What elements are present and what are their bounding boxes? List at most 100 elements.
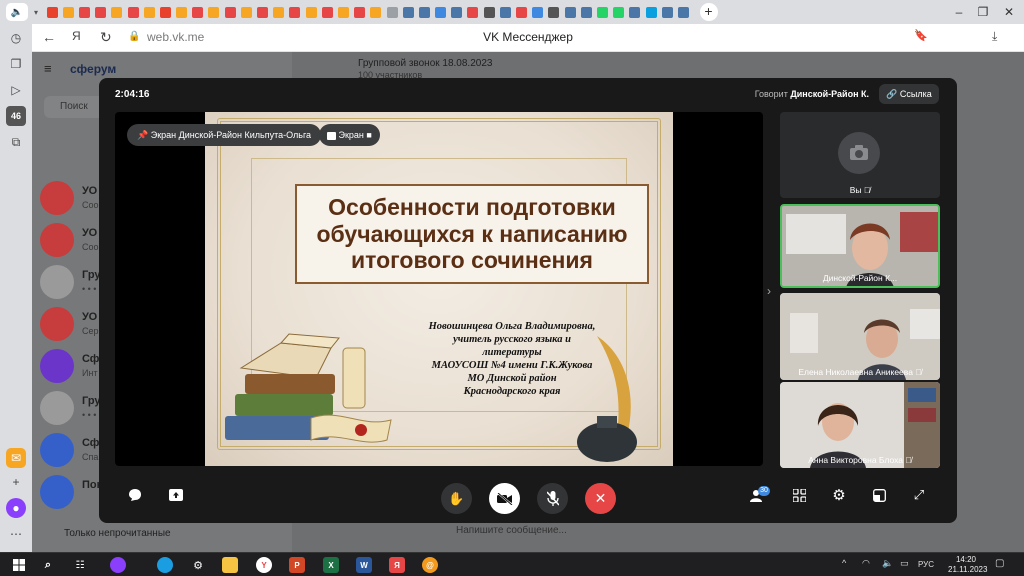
tab-favicon-icon[interactable] <box>564 6 576 18</box>
chevron-right-icon[interactable]: › <box>767 284 771 298</box>
battery-icon[interactable]: ▭ <box>900 558 909 569</box>
grid-view-button[interactable] <box>787 483 811 507</box>
tab-favicon-icon[interactable] <box>532 6 544 18</box>
tab-favicon-icon[interactable] <box>629 6 641 18</box>
tab-favicon-icon[interactable] <box>354 6 366 18</box>
tab-favicon-icon[interactable] <box>337 6 349 18</box>
clock[interactable]: 14:20 21.11.2023 <box>948 555 987 575</box>
explorer-icon[interactable] <box>222 557 238 573</box>
mail-taskbar-icon[interactable]: @ <box>422 557 438 573</box>
yandex-icon[interactable]: Я <box>389 557 405 573</box>
avatar <box>40 181 74 215</box>
tab-favicon-icon[interactable] <box>321 6 333 18</box>
language-indicator[interactable]: РУС <box>918 560 934 569</box>
tab-favicon-icon[interactable] <box>95 6 107 18</box>
widgets-icon[interactable]: ☷ <box>72 557 88 573</box>
play-icon[interactable]: ▷ <box>6 80 26 100</box>
tab-favicon-icon[interactable] <box>418 6 430 18</box>
tab-favicon-icon[interactable] <box>46 6 58 18</box>
avatar <box>40 349 74 383</box>
settings-button[interactable]: ⚙ <box>827 483 851 507</box>
alice-icon[interactable]: ● <box>6 498 26 518</box>
participant-tile[interactable]: Елена Николаевна Аникеева 🎙̸ <box>780 293 940 380</box>
chat-preview: • • • <box>82 284 97 294</box>
tab-favicon-icon[interactable] <box>289 6 301 18</box>
tab-favicon-icon[interactable] <box>78 6 90 18</box>
wifi-icon[interactable]: ◠ <box>862 558 870 569</box>
alice-taskbar-icon[interactable] <box>110 557 126 573</box>
fullscreen-button[interactable]: ⤢ <box>907 483 931 507</box>
tab-favicon-icon[interactable] <box>370 6 382 18</box>
tab-favicon-icon[interactable] <box>596 6 608 18</box>
bookmark-icon[interactable]: 🔖 <box>914 29 928 42</box>
notifications-icon[interactable]: ▢ <box>995 558 1004 569</box>
chat-preview: Спа <box>82 452 99 462</box>
screen-owner-pill[interactable]: 📌 Экран Динской-Район Кильпута-Ольга <box>127 124 322 146</box>
participant-tile[interactable]: Анна Викторовна Блоха 🎙̸ <box>780 382 940 468</box>
history-icon[interactable]: ◷ <box>6 28 26 48</box>
tab-favicon-icon[interactable] <box>257 6 269 18</box>
tab-favicon-icon[interactable] <box>176 6 188 18</box>
mic-toggle-button[interactable] <box>537 483 568 514</box>
tab-favicon-icon[interactable] <box>127 6 139 18</box>
end-call-button[interactable]: ✕ <box>585 483 616 514</box>
tab-favicon-icon[interactable] <box>111 6 123 18</box>
chat-button[interactable] <box>123 483 147 507</box>
tab-favicon-icon[interactable] <box>677 6 689 18</box>
sidebar-badge[interactable]: 46 <box>6 106 26 126</box>
camera-toggle-button[interactable] <box>489 483 520 514</box>
tab-favicon-icon[interactable] <box>548 6 560 18</box>
tray-chevron-icon[interactable]: ^ <box>842 558 846 568</box>
close-window-icon[interactable]: ✕ <box>994 3 1024 21</box>
tab-favicon-icon[interactable] <box>645 6 657 18</box>
tab-favicon-icon[interactable] <box>467 6 479 18</box>
share-screen-button[interactable] <box>164 483 188 507</box>
screen-share-pill[interactable]: Экран ■ <box>319 124 380 146</box>
tab-favicon-icon[interactable] <box>516 6 528 18</box>
tab-favicon-icon[interactable] <box>273 6 285 18</box>
search-icon[interactable]: ⌕ <box>40 557 56 573</box>
add-app-icon[interactable]: + <box>6 472 26 492</box>
word-icon[interactable]: W <box>356 557 372 573</box>
settings-taskbar-icon[interactable]: ⚙ <box>190 557 206 573</box>
participant-tile[interactable]: Динской-Район К... <box>780 204 940 288</box>
tab-favicon-icon[interactable] <box>386 6 398 18</box>
avatar <box>40 391 74 425</box>
tab-favicon-icon[interactable] <box>451 6 463 18</box>
copy-link-button[interactable]: 🔗 Ссылка <box>879 84 939 104</box>
tab-favicon-icon[interactable] <box>305 6 317 18</box>
tab-favicon-icon[interactable] <box>208 6 220 18</box>
tab-favicon-icon[interactable] <box>435 6 447 18</box>
tab-favicon-icon[interactable] <box>62 6 74 18</box>
tab-favicon-icon[interactable] <box>224 6 236 18</box>
mail-app-icon[interactable]: ✉ <box>6 448 26 468</box>
tab-dropdown-icon[interactable]: ▾ <box>34 8 38 17</box>
edge-icon[interactable] <box>157 557 173 573</box>
tab-favicon-icon[interactable] <box>159 6 171 18</box>
powerpoint-icon[interactable]: P <box>289 557 305 573</box>
raise-hand-button[interactable]: ✋ <box>441 483 472 514</box>
more-icon[interactable]: ⋯ <box>6 524 26 544</box>
tab-favicon-icon[interactable] <box>661 6 673 18</box>
tab-sound-toggle[interactable]: 🔈 <box>6 3 28 21</box>
tab-favicon-icon[interactable] <box>143 6 155 18</box>
excel-icon[interactable]: X <box>323 557 339 573</box>
menu-icon[interactable]: ≡ <box>44 61 52 76</box>
start-icon[interactable] <box>11 557 27 573</box>
tab-favicon-icon[interactable] <box>580 6 592 18</box>
yandex-browser-icon[interactable]: Y <box>256 557 272 573</box>
pip-button[interactable] <box>867 483 891 507</box>
tab-favicon-icon[interactable] <box>499 6 511 18</box>
downloads-icon[interactable]: ⤓ <box>992 29 997 44</box>
participant-tile-self[interactable]: Вы 🎙̸ <box>780 112 940 198</box>
tab-favicon-icon[interactable] <box>192 6 204 18</box>
new-tab-button[interactable]: + <box>699 3 718 21</box>
tab-favicon-icon[interactable] <box>402 6 414 18</box>
shared-screen-stage[interactable]: Особенности подготовки обучающихся к нап… <box>115 112 763 466</box>
tab-favicon-icon[interactable] <box>613 6 625 18</box>
tab-favicon-icon[interactable] <box>240 6 252 18</box>
collections-icon[interactable]: ❐ <box>6 54 26 74</box>
volume-icon[interactable]: 🔈 <box>882 558 893 569</box>
screenshot-icon[interactable]: ⧉ <box>6 132 26 152</box>
tab-favicon-icon[interactable] <box>483 6 495 18</box>
